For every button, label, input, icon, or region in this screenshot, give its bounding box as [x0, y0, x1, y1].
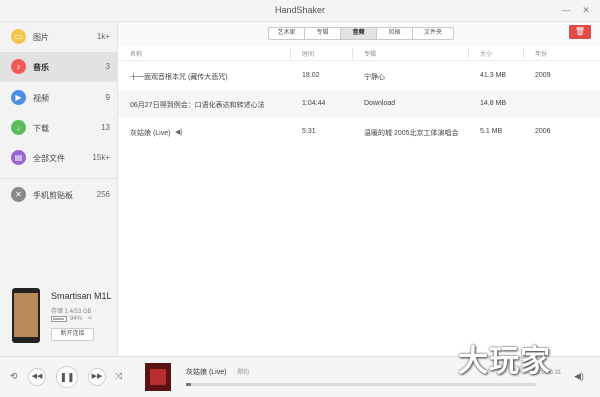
table-row[interactable]: 06月27日得到例会：口语化表达和转述心法 1:04:44 Download 1… [118, 90, 600, 118]
column-header-name[interactable]: 名称 [130, 49, 142, 58]
column-header-time[interactable]: 时间 [302, 49, 314, 58]
song-year: 2009 [535, 72, 551, 79]
delete-button[interactable]: 🗑 [569, 25, 591, 39]
column-header-size[interactable]: 大小 [480, 49, 492, 58]
sidebar-item-all-files[interactable]: ▤ 全部文件 15k+ [0, 143, 118, 173]
sidebar-item-label: 视频 [33, 94, 49, 103]
tab-album[interactable]: 专辑 [305, 28, 341, 39]
sidebar-item-pictures[interactable]: ▭ 图片 1k+ [0, 22, 118, 52]
sidebar-item-label: 音乐 [33, 63, 49, 72]
download-icon: ↓ [11, 120, 26, 135]
player-artist: 郑钧 [237, 370, 250, 376]
sidebar-item-music[interactable]: ♪ 音乐 3 [0, 52, 118, 82]
table-header: 名称 时间 专辑 大小 年份 [118, 46, 600, 61]
speaker-icon: ◀) [175, 129, 183, 136]
column-header-year[interactable]: 年份 [535, 49, 547, 58]
clipboard-icon: ✕ [11, 187, 26, 202]
song-year: 2006 [535, 128, 551, 135]
picture-icon: ▭ [11, 29, 26, 44]
video-icon: ▶ [11, 90, 26, 105]
view-tabs: 艺术家 专辑 音频 风格 文件夹 [268, 27, 454, 40]
sidebar-item-count: 256 [96, 190, 110, 199]
phone-image [12, 288, 40, 343]
repeat-icon[interactable]: ⟲ [10, 371, 18, 382]
pause-icon: ❚❚ [59, 372, 75, 382]
previous-icon: ◀◀ [31, 373, 43, 380]
table-row[interactable]: 十一面观音根本咒 (藏传大悲咒) 18:02 宁静心 41.3 MB 2009 [118, 62, 600, 90]
progress-bar[interactable] [186, 383, 536, 386]
song-name: 灰姑娘 (Live) [130, 130, 171, 137]
sidebar-item-downloads[interactable]: ↓ 下载 13 [0, 113, 118, 143]
sidebar-item-video[interactable]: ▶ 视频 9 [0, 83, 118, 113]
volume-icon[interactable]: ◀) [574, 371, 584, 382]
battery-icon [51, 316, 67, 322]
device-battery: 94% [70, 316, 83, 322]
next-button[interactable]: ▶▶ [88, 368, 106, 386]
pause-button[interactable]: ❚❚ [56, 366, 78, 388]
sidebar-item-count: 1k+ [96, 32, 110, 41]
all-files-icon: ▤ [11, 150, 26, 165]
song-album: Download [364, 100, 396, 107]
sidebar-item-clipboard[interactable]: ✕ 手机剪贴板 256 [0, 180, 118, 210]
disconnect-button[interactable]: 断开连接 [51, 328, 94, 341]
tab-folder[interactable]: 文件夹 [413, 28, 453, 39]
close-button[interactable]: ✕ [580, 4, 592, 16]
previous-button[interactable]: ◀◀ [28, 368, 46, 386]
album-cover [145, 363, 171, 391]
player-title: 灰姑娘 (Live) [186, 369, 227, 376]
sidebar-item-count: 15k+ [92, 153, 110, 162]
sidebar-item-label: 手机剪贴板 [33, 191, 73, 200]
wifi-icon: ≈ [88, 315, 92, 322]
song-name: 06月27日得到例会：口语化表达和转述心法 [130, 102, 265, 109]
trash-icon: 🗑 [574, 27, 586, 36]
device-panel: Smartisan M1L 存储 1.4/53 GB 94% ≈ 断开连接 [0, 278, 118, 356]
watermark: 大玩家 [458, 344, 551, 379]
song-album: 宁静心 [364, 74, 385, 81]
device-storage: 存储 1.4/53 GB [51, 309, 92, 315]
tab-genre[interactable]: 风格 [377, 28, 413, 39]
shuffle-icon[interactable]: ⤨ [115, 371, 122, 382]
window-title: HandShaker [274, 5, 326, 15]
sidebar-item-count: 3 [105, 62, 110, 71]
title-bar: HandShaker — ✕ [0, 0, 600, 22]
sidebar-divider [0, 178, 118, 179]
song-time: 18:02 [302, 72, 320, 79]
song-name: 十一面观音根本咒 (藏传大悲咒) [130, 74, 228, 81]
sidebar-item-label: 下载 [33, 124, 49, 133]
song-time: 5:31 [302, 128, 316, 135]
sidebar-item-label: 全部文件 [33, 154, 65, 163]
music-icon: ♪ [11, 59, 26, 74]
table-row[interactable]: 灰姑娘 (Live) ◀) 5:31 温暖的城 2005北京工体演唱会 5.1 … [118, 118, 600, 146]
tab-audio[interactable]: 音频 [341, 28, 377, 39]
song-album: 温暖的城 2005北京工体演唱会 [364, 130, 459, 137]
toolbar: 艺术家 专辑 音频 风格 文件夹 🗑 [118, 22, 600, 46]
column-header-album[interactable]: 专辑 [364, 49, 376, 58]
song-time: 1:04:44 [302, 100, 326, 107]
minimize-button[interactable]: — [560, 4, 572, 16]
sidebar-item-count: 13 [101, 123, 110, 132]
tab-artist[interactable]: 艺术家 [269, 28, 305, 39]
device-name: Smartisan M1L [51, 291, 112, 301]
sidebar-item-count: 9 [105, 93, 110, 102]
song-size: 14.8 MB [480, 100, 507, 107]
next-icon: ▶▶ [91, 373, 103, 380]
song-size: 5.1 MB [480, 128, 503, 135]
sidebar-item-label: 图片 [33, 33, 49, 42]
song-size: 41.3 MB [480, 72, 507, 79]
